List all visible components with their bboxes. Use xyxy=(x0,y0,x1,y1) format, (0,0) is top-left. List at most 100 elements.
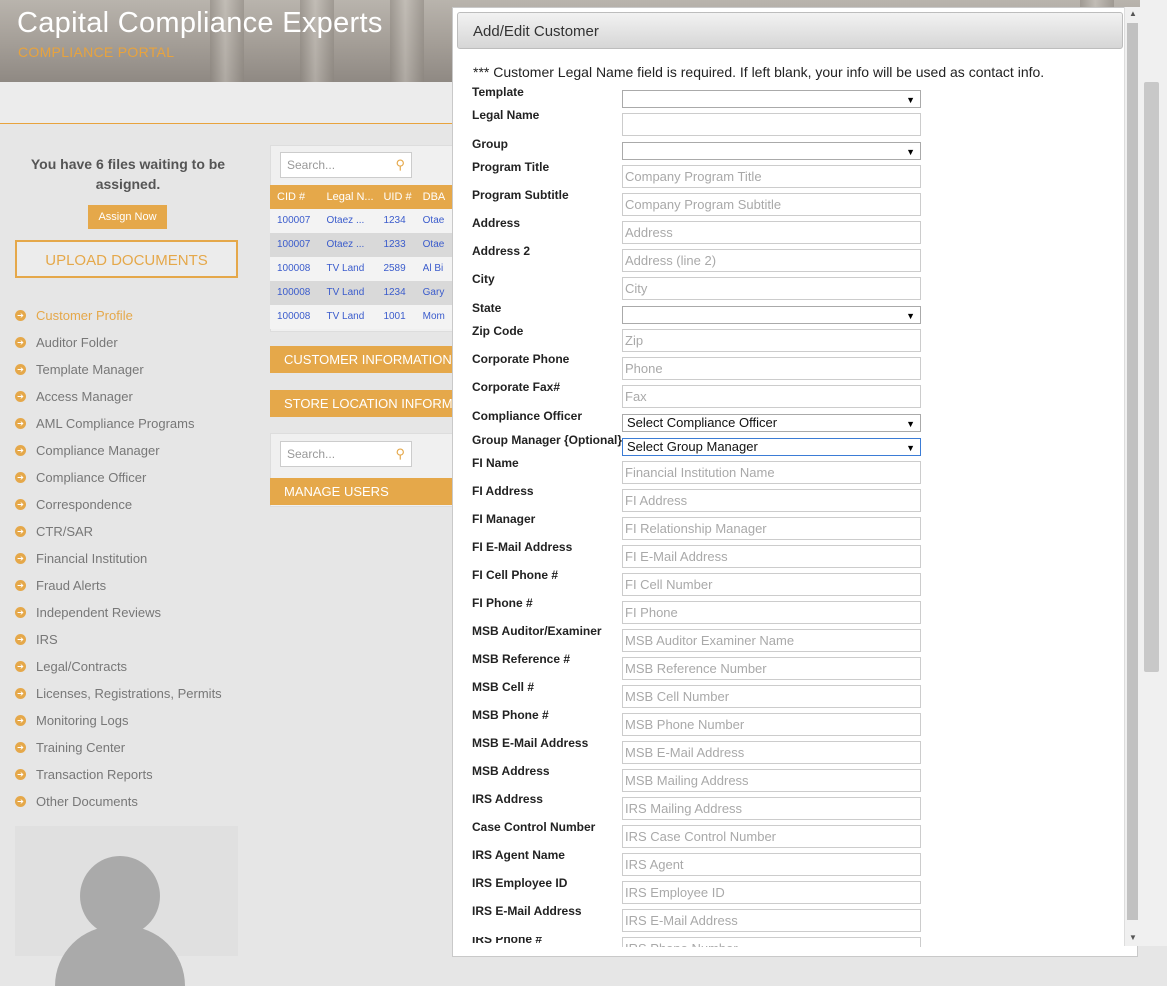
table-row[interactable]: 100007 Otaez ... 1234 Otae xyxy=(270,209,460,233)
group-select[interactable]: ▼ xyxy=(622,142,921,160)
form-row-zip: Zip Code xyxy=(472,324,932,353)
sidebar-item-financial-institution[interactable]: ➔ Financial Institution xyxy=(15,545,222,572)
arrow-circle-icon: ➔ xyxy=(15,310,26,321)
irs-employee-input[interactable] xyxy=(622,881,921,904)
sidebar-item-training-center[interactable]: ➔ Training Center xyxy=(15,734,222,761)
fi-phone-input[interactable] xyxy=(622,601,921,624)
fi-address-input[interactable] xyxy=(622,489,921,512)
sidebar-item-other-documents[interactable]: ➔ Other Documents xyxy=(15,788,222,815)
irs-address-input[interactable] xyxy=(622,797,921,820)
msb-email-input[interactable] xyxy=(622,741,921,764)
form-row-fi-phone: FI Phone # xyxy=(472,596,932,625)
manage-users-bar[interactable]: MANAGE USERS xyxy=(270,478,460,505)
form-row-fi-cell: FI Cell Phone # xyxy=(472,568,932,597)
sidebar-item-compliance-officer[interactable]: ➔ Compliance Officer xyxy=(15,464,222,491)
form-row-fi-name: FI Name xyxy=(472,456,932,485)
arrow-circle-icon: ➔ xyxy=(15,742,26,753)
page-scrollbar[interactable] xyxy=(1140,0,1167,946)
users-search-input[interactable]: Search... ⚲ xyxy=(280,441,412,467)
table-row[interactable]: 100008 TV Land 1234 Gary xyxy=(270,281,460,305)
msb-phone-input[interactable] xyxy=(622,713,921,736)
sidebar-item-irs[interactable]: ➔ IRS xyxy=(15,626,222,653)
sidebar-item-access-manager[interactable]: ➔ Access Manager xyxy=(15,383,222,410)
fi-name-input[interactable] xyxy=(622,461,921,484)
program-subtitle-input[interactable] xyxy=(622,193,921,216)
form-row-fi-manager: FI Manager xyxy=(472,512,932,541)
compliance-officer-select[interactable]: Select Compliance Officer ▼ xyxy=(622,414,921,432)
form-row-corp-phone: Corporate Phone xyxy=(472,352,932,381)
sidebar-item-correspondence[interactable]: ➔ Correspondence xyxy=(15,491,222,518)
fi-cell-input[interactable] xyxy=(622,573,921,596)
fi-manager-input[interactable] xyxy=(622,517,921,540)
irs-email-input[interactable] xyxy=(622,909,921,932)
table-row[interactable]: 100008 TV Land 1001 Mom xyxy=(270,305,460,329)
form-row-state: State ▼ xyxy=(472,301,932,330)
form-row-msb-address: MSB Address xyxy=(472,764,932,793)
form-row-msb-auditor: MSB Auditor/Examiner xyxy=(472,624,932,653)
scroll-down-icon[interactable]: ▼ xyxy=(1129,933,1137,942)
legal-name-input[interactable] xyxy=(622,113,921,136)
corporate-fax-input[interactable] xyxy=(622,385,921,408)
sidebar-item-fraud-alerts[interactable]: ➔ Fraud Alerts xyxy=(15,572,222,599)
arrow-circle-icon: ➔ xyxy=(15,418,26,429)
arrow-circle-icon: ➔ xyxy=(15,337,26,348)
sidebar-item-monitoring-logs[interactable]: ➔ Monitoring Logs xyxy=(15,707,222,734)
sidebar-item-independent-reviews[interactable]: ➔ Independent Reviews xyxy=(15,599,222,626)
form-row-msb-phone: MSB Phone # xyxy=(472,708,932,737)
search-icon[interactable]: ⚲ xyxy=(395,446,405,462)
scroll-thumb[interactable] xyxy=(1127,23,1138,920)
template-select[interactable]: ▼ xyxy=(622,90,921,108)
form-row-corp-fax: Corporate Fax# xyxy=(472,380,932,409)
upload-documents-button[interactable]: UPLOAD DOCUMENTS xyxy=(15,240,238,278)
fi-email-input[interactable] xyxy=(622,545,921,568)
msb-cell-input[interactable] xyxy=(622,685,921,708)
form-row-msb-ref: MSB Reference # xyxy=(472,652,932,681)
customer-search-input[interactable]: Search... ⚲ xyxy=(280,152,412,178)
case-control-input[interactable] xyxy=(622,825,921,848)
dropdown-arrow-icon: ▼ xyxy=(906,419,915,429)
sidebar-item-ctr-sar[interactable]: ➔ CTR/SAR xyxy=(15,518,222,545)
sidebar-item-transaction-reports[interactable]: ➔ Transaction Reports xyxy=(15,761,222,788)
sidebar-item-aml-programs[interactable]: ➔ AML Compliance Programs xyxy=(15,410,222,437)
city-input[interactable] xyxy=(622,277,921,300)
sidebar-item-template-manager[interactable]: ➔ Template Manager xyxy=(15,356,222,383)
state-select[interactable]: ▼ xyxy=(622,306,921,324)
corporate-phone-input[interactable] xyxy=(622,357,921,380)
program-title-input[interactable] xyxy=(622,165,921,188)
sidebar-item-compliance-manager[interactable]: ➔ Compliance Manager xyxy=(15,437,222,464)
sidebar-item-licenses[interactable]: ➔ Licenses, Registrations, Permits xyxy=(15,680,222,707)
avatar-body-icon xyxy=(55,926,185,986)
sidebar-item-auditor-folder[interactable]: ➔ Auditor Folder xyxy=(15,329,222,356)
dialog-scrollbar[interactable]: ▲ ▼ xyxy=(1124,7,1141,946)
form-row-address: Address xyxy=(472,216,932,245)
store-location-bar[interactable]: STORE LOCATION INFORM xyxy=(270,390,460,417)
table-row[interactable]: 100008 TV Land 2589 Al Bi xyxy=(270,257,460,281)
form-row-fi-email: FI E-Mail Address xyxy=(472,540,932,569)
customer-information-bar[interactable]: CUSTOMER INFORMATION xyxy=(270,346,460,373)
arrow-circle-icon: ➔ xyxy=(15,715,26,726)
irs-agent-input[interactable] xyxy=(622,853,921,876)
sidebar-item-legal-contracts[interactable]: ➔ Legal/Contracts xyxy=(15,653,222,680)
dropdown-arrow-icon: ▼ xyxy=(906,443,915,453)
msb-auditor-input[interactable] xyxy=(622,629,921,652)
arrow-circle-icon: ➔ xyxy=(15,769,26,780)
customer-table-header: CID # Legal N... UID # DBA xyxy=(270,185,460,209)
form-row-msb-email: MSB E-Mail Address xyxy=(472,736,932,765)
address2-input[interactable] xyxy=(622,249,921,272)
assign-now-button[interactable]: Assign Now xyxy=(88,205,167,229)
form-row-legal-name: Legal Name xyxy=(472,108,932,137)
msb-address-input[interactable] xyxy=(622,769,921,792)
form-row-irs-agent: IRS Agent Name xyxy=(472,848,932,877)
search-icon[interactable]: ⚲ xyxy=(395,157,405,173)
msb-reference-input[interactable] xyxy=(622,657,921,680)
scroll-up-icon[interactable]: ▲ xyxy=(1129,9,1137,18)
form-row-group-manager: Group Manager {Optional} Select Group Ma… xyxy=(472,433,932,462)
arrow-circle-icon: ➔ xyxy=(15,634,26,645)
address-input[interactable] xyxy=(622,221,921,244)
arrow-circle-icon: ➔ xyxy=(15,580,26,591)
profile-avatar xyxy=(15,826,238,986)
zip-input[interactable] xyxy=(622,329,921,352)
group-manager-select[interactable]: Select Group Manager ▼ xyxy=(622,438,921,456)
table-row[interactable]: 100007 Otaez ... 1233 Otae xyxy=(270,233,460,257)
sidebar-item-customer-profile[interactable]: ➔ Customer Profile xyxy=(15,302,222,329)
